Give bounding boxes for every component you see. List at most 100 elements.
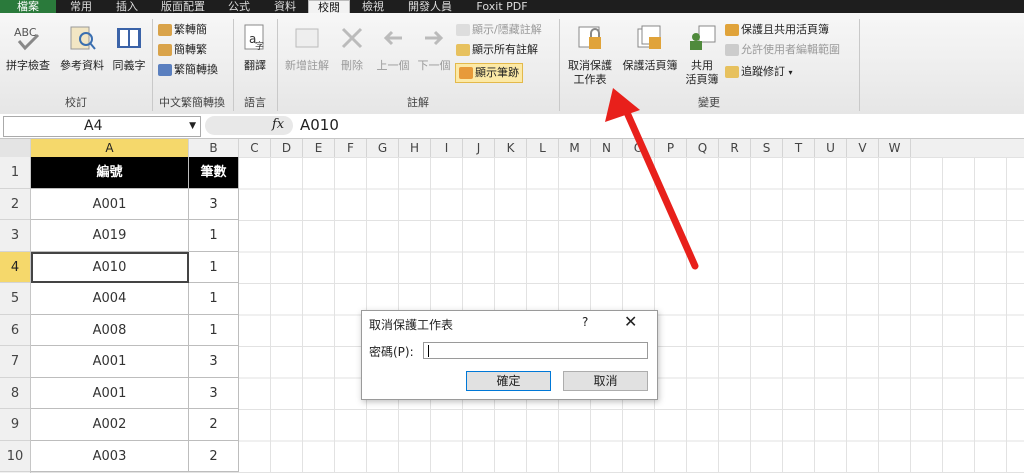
- column-header-e[interactable]: E: [303, 139, 335, 157]
- next-comment-button[interactable]: 下一個: [414, 23, 454, 73]
- tab-developer[interactable]: 開發人員: [398, 0, 462, 13]
- table-cell-id[interactable]: A010: [31, 251, 189, 283]
- table-cell-id[interactable]: A004: [31, 283, 189, 315]
- table-cell-count[interactable]: 1: [189, 251, 239, 283]
- row-header-6[interactable]: 6: [0, 315, 30, 346]
- close-icon[interactable]: ✕: [624, 312, 637, 331]
- password-input[interactable]: [423, 342, 648, 359]
- table-cell-id[interactable]: A003: [31, 440, 189, 472]
- insert-function-icon[interactable]: fx: [272, 117, 284, 132]
- formula-input[interactable]: A010: [300, 116, 339, 135]
- column-header-w[interactable]: W: [879, 139, 911, 157]
- tab-page-layout[interactable]: 版面配置: [152, 0, 214, 13]
- table-cell-count[interactable]: 2: [189, 409, 239, 441]
- table-cell-count[interactable]: 1: [189, 314, 239, 346]
- tab-foxit-pdf[interactable]: Foxit PDF: [466, 0, 538, 13]
- protect-workbook-button[interactable]: 保護活頁簿: [618, 23, 682, 73]
- share-workbook-button[interactable]: 共用 活頁簿: [682, 23, 722, 87]
- column-header-c[interactable]: C: [239, 139, 271, 157]
- column-header-a[interactable]: A: [31, 139, 189, 157]
- column-header-p[interactable]: P: [655, 139, 687, 157]
- column-header-v[interactable]: V: [847, 139, 879, 157]
- previous-comment-button[interactable]: 上一個: [372, 23, 414, 73]
- t2s-button[interactable]: 繁轉簡: [158, 21, 207, 39]
- track-changes-button[interactable]: 追蹤修訂 ▾: [725, 63, 793, 81]
- column-header-l[interactable]: L: [527, 139, 559, 157]
- column-header-r[interactable]: R: [719, 139, 751, 157]
- group-label-proofing: 校訂: [65, 96, 87, 109]
- row-header-10[interactable]: 10: [0, 441, 30, 472]
- allow-edit-ranges-button[interactable]: 允許使用者編輯範圍: [725, 41, 840, 59]
- column-header-b[interactable]: B: [189, 139, 239, 157]
- table-cell-count[interactable]: 3: [189, 377, 239, 409]
- row-header-8[interactable]: 8: [0, 378, 30, 409]
- delete-comment-button[interactable]: 刪除: [336, 23, 368, 73]
- column-header-q[interactable]: Q: [687, 139, 719, 157]
- table-header-count[interactable]: 筆數: [189, 157, 239, 189]
- row-header-3[interactable]: 3: [0, 220, 30, 252]
- row-header-7[interactable]: 7: [0, 346, 30, 378]
- column-header-i[interactable]: I: [431, 139, 463, 157]
- show-ink-button[interactable]: 顯示筆跡: [455, 63, 523, 83]
- column-header-m[interactable]: M: [559, 139, 591, 157]
- table-cell-id[interactable]: A008: [31, 314, 189, 346]
- chevron-down-icon[interactable]: ▼: [189, 117, 196, 136]
- table-header-id[interactable]: 編號: [31, 157, 189, 189]
- table-cell-id[interactable]: A019: [31, 220, 189, 252]
- column-header-h[interactable]: H: [399, 139, 431, 157]
- tab-view[interactable]: 檢視: [352, 0, 394, 13]
- column-header-o[interactable]: O: [623, 139, 655, 157]
- table-cell-id[interactable]: A001: [31, 377, 189, 409]
- unprotect-sheet-label-1: 取消保護: [568, 59, 612, 72]
- column-header-k[interactable]: K: [495, 139, 527, 157]
- help-button[interactable]: ?: [582, 315, 588, 329]
- table-cell-count[interactable]: 3: [189, 188, 239, 220]
- row-header-1[interactable]: 1: [0, 157, 30, 189]
- table-cell-count[interactable]: 2: [189, 440, 239, 472]
- chinese-convert-button[interactable]: 繁簡轉換: [158, 61, 218, 79]
- table-cell-count[interactable]: 1: [189, 220, 239, 252]
- spell-check-button[interactable]: ABC 拼字檢查: [4, 23, 52, 73]
- spell-check-label: 拼字檢查: [6, 59, 50, 72]
- show-all-comments-button[interactable]: 顯示所有註解: [456, 41, 538, 59]
- column-header-g[interactable]: G: [367, 139, 399, 157]
- tab-home[interactable]: 常用: [60, 0, 102, 13]
- ok-button[interactable]: 確定: [466, 371, 551, 391]
- name-box[interactable]: A4 ▼: [3, 116, 201, 137]
- s2t-button[interactable]: 簡轉繁: [158, 41, 207, 59]
- tab-file[interactable]: 檔案: [0, 0, 56, 13]
- cancel-button[interactable]: 取消: [563, 371, 648, 391]
- table-cell-count[interactable]: 3: [189, 346, 239, 378]
- column-header-u[interactable]: U: [815, 139, 847, 157]
- row-header-5[interactable]: 5: [0, 283, 30, 315]
- column-header-f[interactable]: F: [335, 139, 367, 157]
- research-icon: [70, 26, 96, 50]
- column-header-d[interactable]: D: [271, 139, 303, 157]
- tab-insert[interactable]: 插入: [106, 0, 148, 13]
- tab-data[interactable]: 資料: [264, 0, 306, 13]
- show-hide-comment-button[interactable]: 顯示/隱藏註解: [456, 21, 542, 39]
- column-header-s[interactable]: S: [751, 139, 783, 157]
- translate-button[interactable]: a字 翻譯: [236, 23, 274, 73]
- delete-comment-label: 刪除: [341, 59, 363, 72]
- research-button[interactable]: 參考資料: [56, 23, 108, 73]
- delete-comment-icon: [341, 27, 363, 49]
- row-header-2[interactable]: 2: [0, 189, 30, 220]
- select-all-corner[interactable]: [0, 139, 31, 157]
- s2t-icon: [158, 44, 172, 56]
- table-cell-id[interactable]: A002: [31, 409, 189, 441]
- table-cell-id[interactable]: A001: [31, 346, 189, 378]
- row-header-9[interactable]: 9: [0, 409, 30, 441]
- new-comment-button[interactable]: 新增註解: [280, 23, 334, 73]
- tab-formulas[interactable]: 公式: [218, 0, 260, 13]
- table-cell-id[interactable]: A001: [31, 188, 189, 220]
- thesaurus-button[interactable]: 同義字: [108, 23, 150, 73]
- table-cell-count[interactable]: 1: [189, 283, 239, 315]
- row-header-4[interactable]: 4: [0, 251, 30, 283]
- column-header-n[interactable]: N: [591, 139, 623, 157]
- column-header-j[interactable]: J: [463, 139, 495, 157]
- unprotect-sheet-button[interactable]: 取消保護 工作表: [562, 23, 618, 87]
- previous-comment-label: 上一個: [376, 59, 410, 72]
- column-header-t[interactable]: T: [783, 139, 815, 157]
- protect-share-workbook-button[interactable]: 保護且共用活頁簿: [725, 21, 829, 39]
